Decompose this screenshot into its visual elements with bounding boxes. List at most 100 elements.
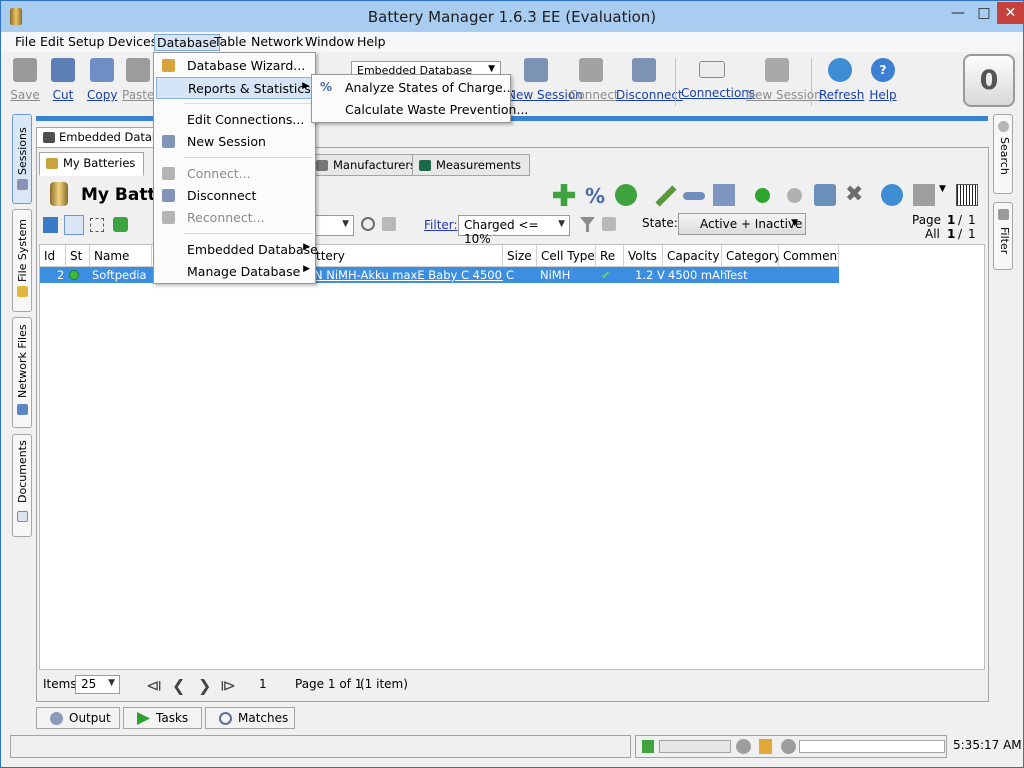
col-header-name[interactable]: Name — [90, 245, 152, 267]
reports-submenu: % Analyze States of Charge... Calculate … — [311, 74, 528, 123]
menu-network[interactable]: Network — [249, 34, 305, 51]
app-window: Battery Manager 1.6.3 EE (Evaluation) — … — [0, 0, 1024, 768]
refresh-button[interactable]: Refresh — [819, 58, 864, 102]
prev-page-button[interactable]: ❮ — [172, 676, 185, 695]
col-header-battery[interactable]: ttery — [312, 245, 503, 267]
refresh-table-icon[interactable] — [881, 184, 903, 206]
maximize-button[interactable]: □ — [971, 2, 997, 24]
gear-icon[interactable] — [736, 739, 751, 754]
menu-item-embedded-database[interactable]: Embedded Database ▶ — [156, 239, 318, 261]
col-header-re[interactable]: Re — [596, 245, 624, 267]
col-header-cell-type[interactable]: Cell Type — [537, 245, 596, 267]
tab-my-batteries[interactable]: My Batteries — [39, 152, 145, 176]
clear-filter-icon[interactable] — [602, 217, 616, 231]
table-footer: Items 25 ▼ ⧏ ❮ ❯ ⧐ 1 Page 1 of 1 (1 item… — [38, 672, 986, 699]
menu-table[interactable]: Table — [212, 34, 248, 51]
save-button[interactable]: Save — [10, 58, 40, 102]
settings-icon[interactable] — [781, 739, 796, 754]
copy-button[interactable]: Copy — [87, 58, 117, 102]
menu-item-waste-prevention[interactable]: Calculate Waste Prevention... — [314, 99, 528, 121]
recycle-icon[interactable] — [615, 184, 637, 206]
col-header-volts[interactable]: Volts — [624, 245, 663, 267]
barcode-icon[interactable] — [956, 184, 978, 206]
col-header-size[interactable]: Size — [503, 245, 537, 267]
col-header-id[interactable]: Id — [40, 245, 66, 267]
copy-record-icon[interactable] — [713, 184, 735, 206]
filter-link[interactable]: Filter: — [424, 218, 458, 232]
menu-item-database-wizard[interactable]: Database Wizard... — [156, 55, 314, 77]
menu-item-new-session[interactable]: New Session — [156, 131, 314, 153]
delete-icon[interactable]: ✖ — [845, 184, 867, 206]
connections-button[interactable]: Connections — [681, 58, 755, 100]
sidebar-tab-filter[interactable]: Filter — [993, 202, 1013, 270]
sidebar-tab-documents[interactable]: Documents — [12, 434, 32, 537]
tab-manufacturers[interactable]: Manufacturers — [309, 154, 426, 176]
paste-button[interactable]: Paste — [122, 58, 154, 102]
percent-icon[interactable]: % — [585, 184, 607, 208]
select-icon[interactable] — [90, 218, 104, 232]
items-per-page-combo[interactable]: 25 ▼ — [75, 675, 120, 694]
col-header-comment[interactable]: Comment — [779, 245, 839, 267]
sidebar-tab-network-files[interactable]: Network Files — [12, 317, 32, 428]
first-page-button[interactable]: ⧏ — [146, 676, 162, 695]
link-icon[interactable] — [683, 192, 705, 200]
col-header-category[interactable]: Category — [722, 245, 779, 267]
disconnect-icon — [632, 58, 656, 82]
batteries-table: Id St Name ttery Size Cell Type Re Volts… — [39, 244, 985, 670]
close-button[interactable]: ✕ — [997, 2, 1024, 24]
menu-item-edit-connections[interactable]: Edit Connections... — [156, 109, 314, 131]
clear-search-icon[interactable] — [382, 217, 396, 231]
filter-combo[interactable]: Charged <= 10% ▼ — [458, 215, 570, 246]
status-active-icon — [69, 270, 79, 280]
menu-window[interactable]: Window — [303, 34, 356, 51]
sidebar-tab-search[interactable]: Search — [993, 114, 1013, 194]
menu-help[interactable]: Help — [355, 34, 388, 51]
menu-item-connect[interactable]: Connect... — [156, 163, 314, 185]
state-combo[interactable]: Active + Inactive ▼ — [678, 213, 806, 235]
menu-item-reconnect[interactable]: Reconnect... — [156, 207, 314, 229]
menu-database[interactable]: Database — [154, 34, 220, 51]
sort-icon[interactable] — [43, 217, 58, 233]
menu-setup[interactable]: Setup — [66, 34, 106, 51]
trash-icon[interactable] — [814, 184, 836, 206]
new-session-button-2[interactable]: New Session — [746, 58, 822, 102]
menu-item-reports-statistics[interactable]: Reports & Statistics ▶ — [156, 77, 314, 99]
connect-button[interactable]: Connect — [569, 58, 619, 102]
checkmark-icon: ✔ — [601, 268, 611, 282]
tab-output[interactable]: Output — [36, 707, 120, 729]
sidebar-tab-file-system[interactable]: File System — [12, 209, 32, 312]
sidebar-tab-sessions[interactable]: Sessions — [12, 114, 32, 204]
tab-measurements[interactable]: Measurements — [412, 154, 530, 176]
upload-icon — [642, 740, 654, 753]
help-button[interactable]: ? Help — [869, 58, 897, 102]
settings-icon[interactable] — [113, 217, 128, 232]
print-dropdown-icon[interactable]: ▼ — [939, 184, 947, 206]
menu-item-manage-database[interactable]: Manage Database ▶ — [156, 261, 314, 283]
active-dot-icon[interactable] — [755, 188, 770, 203]
search-icon — [219, 712, 232, 725]
menu-devices[interactable]: Devices — [106, 34, 159, 51]
new-session-button[interactable]: New Session — [507, 58, 583, 102]
tab-matches[interactable]: Matches — [205, 707, 295, 729]
output-icon — [50, 712, 63, 725]
fit-columns-icon[interactable] — [64, 215, 84, 235]
cut-icon — [51, 58, 75, 82]
inactive-dot-icon[interactable] — [787, 188, 802, 203]
col-header-capacity[interactable]: Capacity — [663, 245, 722, 267]
minimize-button[interactable]: — — [945, 2, 971, 24]
cut-button[interactable]: Cut — [50, 58, 76, 102]
search-combo[interactable]: ▼ — [311, 215, 354, 236]
menu-item-disconnect[interactable]: Disconnect — [156, 185, 314, 207]
next-page-button[interactable]: ❯ — [198, 676, 211, 695]
disconnect-button[interactable]: Disconnect — [616, 58, 683, 102]
menu-edit[interactable]: Edit — [38, 34, 66, 51]
print-icon[interactable] — [913, 184, 935, 206]
search-icon[interactable] — [361, 217, 375, 231]
col-header-status[interactable]: St — [66, 245, 90, 267]
menu-item-analyze-charge[interactable]: % Analyze States of Charge... — [314, 77, 515, 99]
status-clock: 5:35:17 AM — [953, 738, 1022, 752]
last-page-button[interactable]: ⧐ — [220, 676, 236, 695]
menu-file[interactable]: File — [13, 34, 38, 51]
clipboard-icon[interactable] — [759, 739, 772, 754]
tab-tasks[interactable]: Tasks — [123, 707, 202, 729]
